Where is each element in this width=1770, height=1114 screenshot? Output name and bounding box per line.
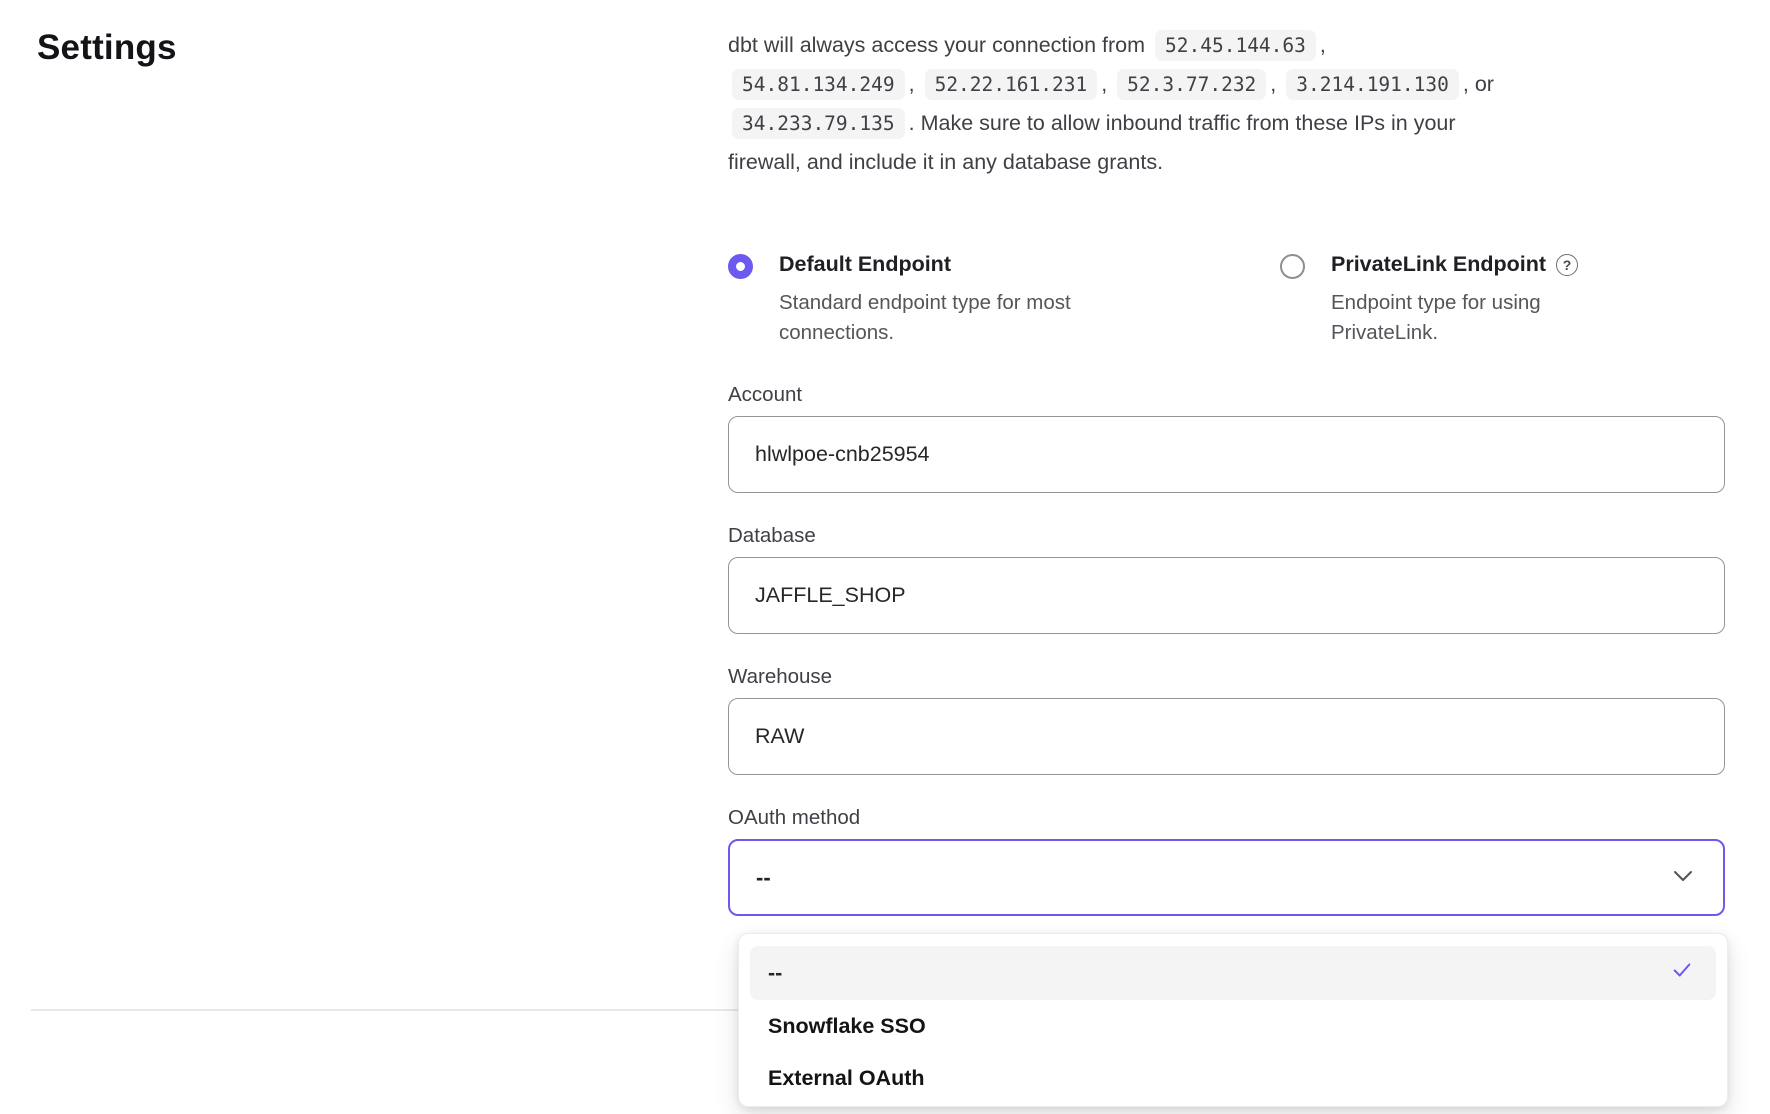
privatelink-endpoint-option[interactable]: PrivateLink Endpoint ? Endpoint type for…: [1280, 252, 1581, 348]
section-divider: [31, 1009, 738, 1011]
dropdown-option-snowflake-sso[interactable]: Snowflake SSO: [750, 1000, 1716, 1052]
oauth-method-selected-value: --: [756, 865, 771, 891]
account-field-group: Account: [728, 383, 1725, 493]
oauth-method-dropdown: -- Snowflake SSO External OAuth: [738, 933, 1728, 1107]
intro-text: ,: [1270, 72, 1282, 96]
intro-text: . Make sure to allow inbound traffic fro…: [909, 111, 1456, 135]
warehouse-field-group: Warehouse: [728, 665, 1725, 775]
default-endpoint-option[interactable]: Default Endpoint Standard endpoint type …: [728, 252, 1109, 348]
oauth-method-field-group: OAuth method --: [728, 806, 1725, 916]
database-field-group: Database: [728, 524, 1725, 634]
ip-address-chip: 52.22.161.231: [925, 69, 1098, 100]
radio-selected-icon[interactable]: [728, 254, 753, 279]
warehouse-input[interactable]: [728, 698, 1725, 775]
endpoint-type-group: Default Endpoint Standard endpoint type …: [728, 252, 1728, 372]
intro-text: ,: [1320, 33, 1326, 57]
intro-text: dbt will always access your connection f…: [728, 33, 1151, 57]
dropdown-option-external-oauth[interactable]: External OAuth: [750, 1052, 1716, 1104]
dropdown-option-label: External OAuth: [768, 1066, 925, 1091]
database-label: Database: [728, 524, 1725, 549]
intro-text: ,: [1101, 72, 1113, 96]
ip-address-chip: 52.3.77.232: [1117, 69, 1266, 100]
ip-address-chip: 52.45.144.63: [1155, 30, 1316, 61]
paragraph-line: 34.233.79.135. Make sure to allow inboun…: [728, 104, 1708, 143]
default-endpoint-label: Default Endpoint: [779, 252, 1109, 277]
privatelink-endpoint-description: Endpoint type for using PrivateLink.: [1331, 288, 1581, 348]
check-icon: [1670, 959, 1694, 987]
account-input[interactable]: [728, 416, 1725, 493]
database-input[interactable]: [728, 557, 1725, 634]
ip-address-chip: 54.81.134.249: [732, 69, 905, 100]
connection-settings-form: Account Database Warehouse OAuth method …: [728, 383, 1725, 947]
dropdown-option-none[interactable]: --: [750, 946, 1716, 1000]
ip-address-chip: 3.214.191.130: [1286, 69, 1459, 100]
account-label: Account: [728, 383, 1725, 408]
intro-text: ,: [909, 72, 921, 96]
intro-text: firewall, and include it in any database…: [728, 150, 1163, 174]
ip-address-chip: 34.233.79.135: [732, 108, 905, 139]
dropdown-option-label: --: [768, 961, 782, 986]
help-icon[interactable]: ?: [1556, 254, 1578, 276]
page-title: Settings: [37, 28, 177, 68]
default-endpoint-description: Standard endpoint type for most connecti…: [779, 288, 1109, 348]
privatelink-endpoint-label: PrivateLink Endpoint: [1331, 252, 1546, 277]
paragraph-line: 54.81.134.249, 52.22.161.231, 52.3.77.23…: [728, 65, 1708, 104]
warehouse-label: Warehouse: [728, 665, 1725, 690]
oauth-method-select[interactable]: --: [728, 839, 1725, 916]
dropdown-option-label: Snowflake SSO: [768, 1014, 926, 1039]
oauth-method-label: OAuth method: [728, 806, 1725, 831]
paragraph-line: firewall, and include it in any database…: [728, 143, 1708, 182]
ip-allowlist-paragraph: dbt will always access your connection f…: [728, 26, 1708, 182]
intro-text: , or: [1463, 72, 1494, 96]
settings-page: Settings dbt will always access your con…: [0, 0, 1770, 1114]
radio-unselected-icon[interactable]: [1280, 254, 1305, 279]
paragraph-line: dbt will always access your connection f…: [728, 26, 1708, 65]
chevron-down-icon: [1673, 869, 1693, 887]
